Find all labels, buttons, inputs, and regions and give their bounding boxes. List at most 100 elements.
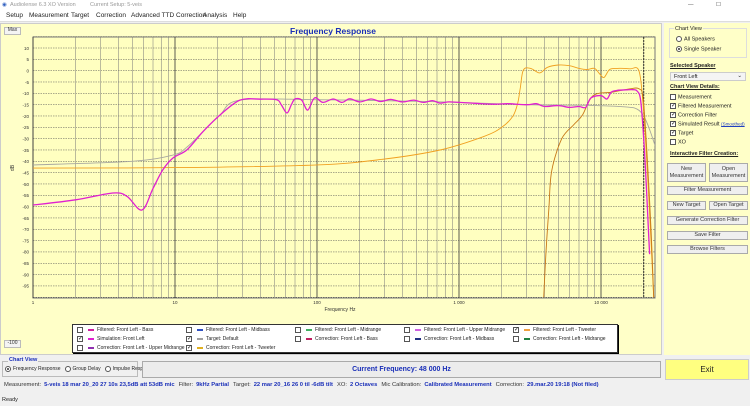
- selected-speaker-header: Selected Speaker: [670, 63, 716, 69]
- checkbox[interactable]: [404, 327, 410, 333]
- x-tick-label: 10: [172, 300, 178, 305]
- radio-selected-icon: [676, 46, 682, 52]
- legend-item[interactable]: Correction: Front Left - Midbass: [404, 336, 494, 342]
- detail-xo[interactable]: XO: [670, 139, 686, 145]
- legend-swatch: [197, 338, 203, 340]
- status-key: Measurement:: [4, 382, 42, 388]
- checkbox[interactable]: ✓: [513, 327, 519, 333]
- legend-item[interactable]: Filtered: Front Left - Midrange: [295, 327, 381, 333]
- legend-swatch: [197, 347, 203, 349]
- legend-swatch: [415, 338, 421, 340]
- legend-item[interactable]: ✓ Correction: Front Left - Tweeter: [186, 345, 275, 351]
- status-key: Filter:: [178, 382, 194, 388]
- interactive-filter-header: Interactive Filter Creation:: [670, 151, 739, 157]
- legend-item[interactable]: Correction: Front Left - Bass: [295, 336, 378, 342]
- y-tick-label: -5: [25, 80, 29, 85]
- detail-correction-filter[interactable]: ✓ Correction Filter: [670, 112, 717, 118]
- status-value: 29.mar.20 19:18 (Not filed): [527, 382, 599, 388]
- legend-item[interactable]: ✓ Simulation: Front Left: [77, 336, 145, 342]
- legend-item[interactable]: Filtered: Front Left - Bass: [77, 327, 153, 333]
- legend-item[interactable]: Correction: Front Left - Midrange: [513, 336, 606, 342]
- checkbox[interactable]: [295, 336, 301, 342]
- y-tick-label: -85: [22, 261, 29, 266]
- view-radio-group-delay[interactable]: Group Delay: [64, 366, 101, 372]
- checkbox[interactable]: [77, 327, 83, 333]
- checkbox[interactable]: ✓: [670, 112, 676, 118]
- maximize-button[interactable]: ☐: [716, 2, 721, 8]
- frequency-response-chart[interactable]: Frequency Response 10 5 0 -5 -10 -15 -20 -25 -30…: [0, 0, 662, 322]
- y-tick-label: 10: [24, 46, 30, 51]
- checkbox[interactable]: [186, 327, 192, 333]
- filter-measurement-button[interactable]: Filter Measurement: [667, 186, 748, 195]
- checkbox[interactable]: [295, 327, 301, 333]
- generate-correction-filter-button[interactable]: Generate Correction Filter: [667, 216, 748, 225]
- new-measurement-button[interactable]: New Measurement: [667, 163, 706, 182]
- y-tick-label: -60: [22, 204, 29, 209]
- checkbox[interactable]: ✓: [186, 345, 192, 351]
- label: Measurement: [678, 94, 712, 101]
- y-tick-label: -70: [22, 227, 29, 232]
- detail-simulated-result[interactable]: ✓ Simulated Result (Smoothed): [670, 121, 745, 127]
- checkbox[interactable]: [404, 336, 410, 342]
- radio-icon: [64, 366, 71, 372]
- checkbox[interactable]: ✓: [186, 336, 192, 342]
- view-radio-frequency-response[interactable]: Frequency Response: [5, 366, 61, 372]
- detail-filtered-measurement[interactable]: ✓ Filtered Measurement: [670, 103, 732, 109]
- x-axis-label: Frequency Hz: [324, 307, 356, 313]
- legend-item[interactable]: ✓ Target: Default: [186, 336, 239, 342]
- checkbox[interactable]: [77, 345, 83, 351]
- legend-label: Filtered: Front Left - Tweeter: [533, 327, 596, 333]
- checkbox[interactable]: ✓: [670, 103, 676, 109]
- detail-measurement[interactable]: Measurement: [670, 94, 712, 100]
- x-tick-label: 1: [32, 300, 35, 305]
- detail-target[interactable]: ✓ Target: [670, 130, 693, 136]
- legend-item[interactable]: ✓ Filtered: Front Left - Tweeter: [513, 327, 596, 333]
- chart-view-group: [669, 28, 747, 58]
- legend-item[interactable]: Filtered: Front Left - Midbass: [186, 327, 270, 333]
- legend-label: Filtered: Front Left - Midrange: [315, 327, 382, 333]
- smoothed-link[interactable]: (Smoothed): [721, 121, 745, 126]
- legend-swatch: [306, 338, 312, 340]
- open-target-button[interactable]: Open Target: [709, 201, 748, 210]
- checkbox[interactable]: [670, 139, 676, 145]
- legend-item[interactable]: Correction: Front Left - Upper Midrange: [77, 345, 185, 351]
- open-measurement-button[interactable]: Open Measurement: [709, 163, 748, 182]
- checkbox[interactable]: ✓: [77, 336, 83, 342]
- legend-item[interactable]: Filtered: Front Left - Upper Midrange: [404, 327, 505, 333]
- browse-filters-button[interactable]: Browse Filters: [667, 245, 748, 254]
- speaker-select[interactable]: Front Left ⌄: [670, 72, 746, 81]
- minimize-button[interactable]: —: [688, 2, 694, 8]
- y-tick-label: -45: [22, 170, 29, 175]
- label: Frequency Response: [13, 366, 61, 373]
- status-line: Measurement: 5-veis 18 mar 20_20 27 10s 2…: [0, 382, 750, 393]
- y-tick-label: -20: [22, 114, 29, 119]
- legend-swatch: [524, 338, 530, 340]
- status-key: Target:: [232, 382, 251, 388]
- y-tick-label: 0: [26, 68, 29, 73]
- y-tick-label: -15: [22, 102, 29, 107]
- status-value: 22 mar 20_16 26 0 til -6dB tilt: [253, 382, 333, 388]
- radio-single-speaker[interactable]: Single Speaker: [676, 46, 721, 52]
- y-tick-label: -25: [22, 125, 29, 130]
- chevron-down-icon: ⌄: [737, 73, 742, 79]
- save-filter-button[interactable]: Save Filter: [667, 231, 748, 240]
- checkbox[interactable]: ✓: [670, 121, 676, 127]
- y-tick-label: -75: [22, 238, 29, 243]
- min-button[interactable]: -100: [4, 340, 21, 348]
- checkbox[interactable]: ✓: [670, 130, 676, 136]
- legend-swatch: [88, 338, 94, 340]
- legend-label: Filtered: Front Left - Bass: [97, 327, 154, 333]
- label: Simulated Result: [678, 121, 720, 128]
- legend-swatch: [524, 329, 530, 331]
- radio-all-speakers[interactable]: All Speakers: [676, 36, 715, 42]
- radio-icon: [104, 366, 111, 372]
- label: Target: [678, 130, 694, 137]
- checkbox[interactable]: [670, 94, 676, 100]
- legend-label: Simulation: Front Left: [97, 336, 145, 342]
- label: Correction Filter: [678, 112, 718, 119]
- y-tick-label: -80: [22, 250, 29, 255]
- exit-button[interactable]: Exit: [665, 359, 749, 380]
- right-panel: Chart View All Speakers Single Speaker S…: [664, 23, 750, 355]
- checkbox[interactable]: [513, 336, 519, 342]
- new-target-button[interactable]: New Target: [667, 201, 706, 210]
